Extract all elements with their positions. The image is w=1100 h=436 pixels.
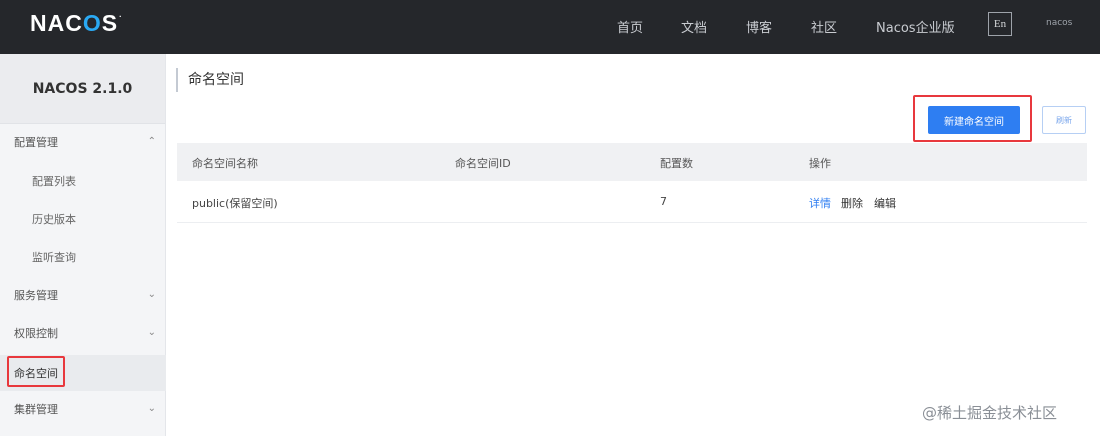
nacos-logo[interactable]: NACOS. [30,10,122,37]
nav-home[interactable]: 首页 [617,17,643,36]
sidebar-item-label: 监听查询 [32,251,76,264]
sidebar-group-label: 集群管理 [14,403,58,416]
watermark: @稀土掘金技术社区 [922,404,1058,422]
sidebar-group-label: 服务管理 [14,289,58,302]
sidebar-group-label: 权限控制 [14,327,58,340]
logo-suffix: S [101,10,119,36]
language-switch-button[interactable]: En [988,12,1012,36]
nav-enterprise[interactable]: Nacos企业版 [876,17,955,36]
table-header: 命名空间名称 命名空间ID 配置数 操作 [177,143,1087,181]
sidebar-item-label: 命名空间 [14,367,58,380]
create-namespace-button[interactable]: 新建命名空间 [928,106,1020,134]
logo-accent: O [82,10,102,36]
nav-community[interactable]: 社区 [811,17,837,36]
column-header-actions: 操作 [809,157,831,170]
page-title: 命名空间 [176,68,244,92]
column-header-name: 命名空间名称 [192,157,258,170]
sidebar-group-config-management[interactable]: 配置管理 ⌃ [0,124,166,160]
sidebar-item-label: 配置列表 [32,175,76,188]
refresh-button[interactable]: 刷新 [1042,106,1086,134]
column-header-id: 命名空间ID [455,157,511,170]
namespace-name-cell: public(保留空间) [192,197,278,210]
nav-docs[interactable]: 文档 [681,17,707,36]
sidebar-group-access-control[interactable]: 权限控制 ⌄ [0,315,166,351]
table-row: public(保留空间) 7 详情 删除 编辑 [177,181,1087,223]
sidebar-item-history[interactable]: 历史版本 [0,201,166,237]
user-menu[interactable]: nacos [1046,18,1072,28]
column-header-count: 配置数 [660,157,693,170]
top-navbar: NACOS. 首页 文档 博客 社区 Nacos企业版 En nacos [0,0,1100,54]
sidebar-item-namespace[interactable]: 命名空间 [0,355,166,391]
config-count-cell: 7 [660,195,667,208]
sidebar-group-cluster-management[interactable]: 集群管理 ⌄ [0,391,166,427]
sidebar-item-label: 历史版本 [32,213,76,226]
chevron-down-icon: ⌄ [147,403,156,414]
namespace-table: 命名空间名称 命名空间ID 配置数 操作 public(保留空间) 7 详情 删… [177,143,1087,223]
sidebar-item-listener-query[interactable]: 监听查询 [0,239,166,275]
chevron-down-icon: ⌄ [147,289,156,300]
chevron-down-icon: ⌄ [147,327,156,338]
version-label: NACOS 2.1.0 [0,54,165,124]
sidebar-group-service-management[interactable]: 服务管理 ⌄ [0,277,166,313]
logo-prefix: NAC [30,10,83,36]
edit-link[interactable]: 编辑 [874,195,896,211]
sidebar-group-label: 配置管理 [14,136,58,149]
nav-blog[interactable]: 博客 [746,17,772,36]
chevron-up-icon: ⌃ [147,136,156,147]
logo-mark: . [119,10,123,19]
sidebar-item-config-list[interactable]: 配置列表 [0,163,166,199]
delete-link[interactable]: 删除 [841,195,863,211]
details-link[interactable]: 详情 [809,195,831,211]
